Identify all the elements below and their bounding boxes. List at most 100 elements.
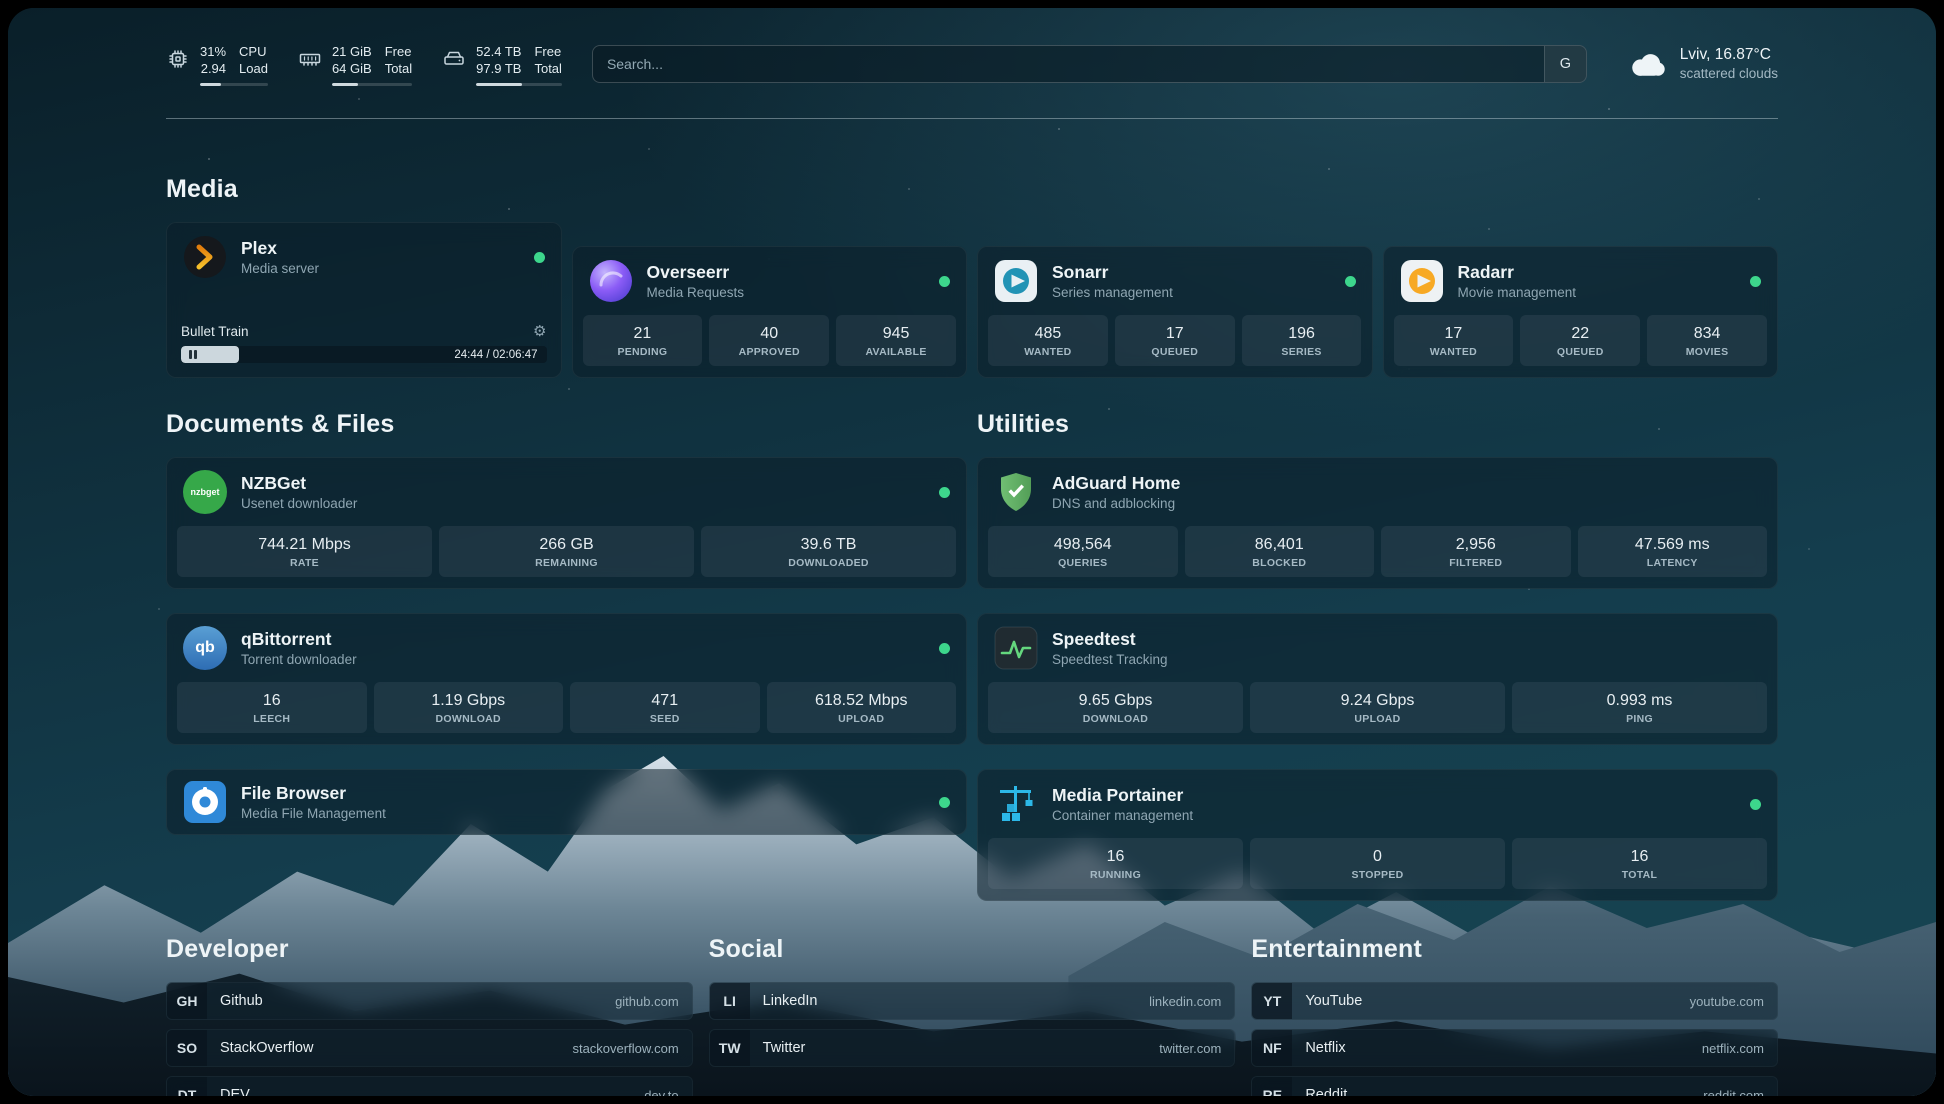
bookmark-dev[interactable]: DT DEV dev.to (166, 1076, 693, 1096)
cpu-widget: 31% 2.94 CPU Load (166, 43, 268, 86)
bookmark-reddit[interactable]: RE Reddit reddit.com (1251, 1076, 1778, 1096)
stat-label: APPROVED (713, 346, 825, 358)
nzbget-icon: nzbget (183, 470, 227, 514)
adguard-card[interactable]: AdGuard Home DNS and adblocking 498,564Q… (977, 457, 1778, 589)
bookmark-github[interactable]: GH Github github.com (166, 982, 693, 1020)
stat-label: AVAILABLE (840, 346, 952, 358)
search-input[interactable] (593, 46, 1544, 82)
portainer-card[interactable]: Media Portainer Container management 16R… (977, 769, 1778, 901)
nzbget-card[interactable]: nzbget NZBGet Usenet downloader 744.21 M… (166, 457, 967, 589)
service-name: qBittorrent (241, 629, 357, 650)
stat-value: 1.19 Gbps (378, 691, 560, 710)
top-bar: 31% 2.94 CPU Load (166, 38, 1778, 90)
stat-value: 618.52 Mbps (771, 691, 953, 710)
memory-icon (298, 47, 322, 71)
stat-label: DOWNLOAD (378, 713, 560, 725)
search-bar[interactable]: G (592, 45, 1587, 83)
stat-value: 498,564 (992, 535, 1174, 554)
memory-free-value: 21 GiB (332, 43, 372, 60)
stat-label: RATE (181, 557, 428, 569)
bookmark-domain: reddit.com (1703, 1088, 1764, 1097)
stat-label: DOWNLOAD (992, 713, 1239, 725)
stat-label: LEECH (181, 713, 363, 725)
bookmark-abbr: RE (1252, 1077, 1292, 1096)
bookmark-domain: netflix.com (1702, 1041, 1764, 1056)
speedtest-card[interactable]: Speedtest Speedtest Tracking 9.65 GbpsDO… (977, 613, 1778, 745)
stat: 744.21 MbpsRATE (177, 526, 432, 577)
service-name: Overseerr (647, 262, 745, 283)
stat-value: 16 (1516, 847, 1763, 866)
stat-value: 39.6 TB (705, 535, 952, 554)
overseerr-card[interactable]: Overseerr Media Requests 21PENDING 40APP… (572, 246, 968, 378)
cpu-icon (166, 47, 190, 71)
search-provider-button[interactable]: G (1544, 46, 1586, 82)
cpu-load-label: Load (239, 60, 268, 77)
section-heading-media: Media (166, 175, 1778, 204)
section-heading-entertainment: Entertainment (1251, 935, 1778, 964)
playback-progress-bar[interactable]: 24:44 / 02:06:47 (181, 346, 547, 363)
bookmark-abbr: NF (1252, 1030, 1292, 1066)
bookmark-netflix[interactable]: NF Netflix netflix.com (1251, 1029, 1778, 1067)
filebrowser-icon (183, 780, 227, 824)
stat: 945 AVAILABLE (836, 315, 956, 366)
stat-value: 17 (1398, 324, 1510, 343)
sonarr-card[interactable]: Sonarr Series management 485WANTED 17QUE… (977, 246, 1373, 378)
stat-value: 0.993 ms (1516, 691, 1763, 710)
playback-time: 24:44 / 02:06:47 (454, 349, 537, 361)
cloud-icon (1624, 42, 1668, 86)
pause-icon[interactable] (189, 346, 197, 363)
bookmark-abbr: YT (1252, 983, 1292, 1019)
disk-free-value: 52.4 TB (476, 43, 521, 60)
stat-label: QUERIES (992, 557, 1174, 569)
bookmark-name: DEV (220, 1087, 250, 1096)
stat-label: PING (1516, 713, 1763, 725)
stat-value: 40 (713, 324, 825, 343)
bookmark-domain: dev.to (644, 1088, 678, 1097)
bookmark-name: Twitter (763, 1040, 806, 1056)
plex-icon (183, 235, 227, 279)
now-playing-title: Bullet Train (181, 324, 249, 339)
stat-label: BLOCKED (1189, 557, 1371, 569)
stat-label: TOTAL (1516, 869, 1763, 881)
stat: 17QUEUED (1115, 315, 1235, 366)
service-description: Torrent downloader (241, 652, 357, 667)
stat-value: 9.24 Gbps (1254, 691, 1501, 710)
bookmark-abbr: GH (167, 983, 207, 1019)
stat: 834MOVIES (1647, 315, 1767, 366)
stat-value: 21 (587, 324, 699, 343)
plex-card[interactable]: Plex Media server Bullet Train ⚙ (166, 222, 562, 378)
weather-widget: Lviv, 16.87°C scattered clouds (1624, 42, 1778, 86)
disk-total-label: Total (534, 60, 561, 77)
bookmark-domain: youtube.com (1690, 994, 1764, 1009)
service-name: AdGuard Home (1052, 473, 1180, 494)
bookmark-twitter[interactable]: TW Twitter twitter.com (709, 1029, 1236, 1067)
settings-gear-icon[interactable]: ⚙ (533, 324, 546, 339)
stat-label: QUEUED (1119, 346, 1231, 358)
stat-value: 945 (840, 324, 952, 343)
bookmark-stackoverflow[interactable]: SO StackOverflow stackoverflow.com (166, 1029, 693, 1067)
stat: 618.52 MbpsUPLOAD (767, 682, 957, 733)
bookmark-youtube[interactable]: YT YouTube youtube.com (1251, 982, 1778, 1020)
memory-progress-bar (332, 83, 412, 86)
bookmark-linkedin[interactable]: LI LinkedIn linkedin.com (709, 982, 1236, 1020)
service-description: Container management (1052, 808, 1193, 823)
filebrowser-card[interactable]: File Browser Media File Management (166, 769, 967, 835)
speedtest-icon (994, 626, 1038, 670)
radarr-card[interactable]: Radarr Movie management 17WANTED 22QUEUE… (1383, 246, 1779, 378)
stat-label: SEED (574, 713, 756, 725)
service-name: File Browser (241, 783, 386, 804)
service-description: Series management (1052, 285, 1173, 300)
stat-value: 16 (181, 691, 363, 710)
stat: 471SEED (570, 682, 760, 733)
qbittorrent-card[interactable]: qb qBittorrent Torrent downloader 16LEEC… (166, 613, 967, 745)
stat: 0.993 ms PING (1512, 682, 1767, 733)
status-dot (939, 487, 950, 498)
disk-total-value: 97.9 TB (476, 60, 521, 77)
stat: 39.6 TBDOWNLOADED (701, 526, 956, 577)
bookmark-name: StackOverflow (220, 1040, 313, 1056)
stat-value: 266 GB (443, 535, 690, 554)
status-dot (1750, 276, 1761, 287)
bookmark-abbr: DT (167, 1077, 207, 1096)
stat: 0STOPPED (1250, 838, 1505, 889)
bookmark-abbr: SO (167, 1030, 207, 1066)
